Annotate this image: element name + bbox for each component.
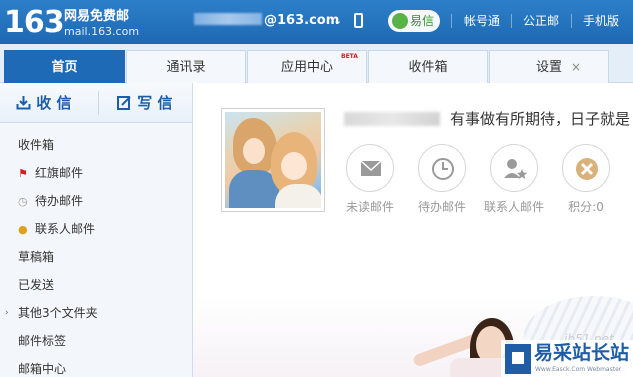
top-header: 163 网易免费邮 mail.163.com @163.com ⌄ 易信 帐号通… — [0, 0, 633, 44]
link-account-pass[interactable]: 帐号通 — [464, 14, 500, 28]
shortcut-label: 积分:0 — [568, 200, 604, 214]
clock-icon: ◷ — [18, 195, 28, 208]
tab-label: 收件箱 — [408, 60, 448, 75]
header-divider — [511, 14, 512, 28]
action-divider — [98, 91, 99, 115]
clock-icon — [418, 144, 466, 192]
receive-mail-label: 收 信 — [36, 94, 72, 112]
tab-label: 设置 — [535, 60, 562, 75]
blurred-username — [194, 13, 262, 25]
avatar-image — [225, 112, 321, 208]
tab-settings[interactable]: 设置 × — [489, 50, 609, 83]
folder-label: 收件箱 — [18, 138, 55, 152]
clock-svg — [432, 158, 454, 180]
yixin-label: 易信 — [410, 14, 435, 28]
folder-sent[interactable]: 已发送 — [18, 278, 54, 292]
user-avatar[interactable] — [221, 108, 325, 212]
watermark-title: 易采站长站 — [534, 342, 630, 364]
folder-other-folders[interactable]: 其他3个文件夹 — [18, 306, 98, 320]
folder-label: 红旗邮件 — [35, 166, 84, 180]
beta-badge: BETA — [341, 53, 358, 60]
avatar-face — [281, 152, 307, 180]
folder-label: 邮箱中心 — [18, 362, 67, 376]
shortcut-label: 联系人邮件 — [483, 200, 544, 214]
account-dropdown-icon[interactable]: ⌄ — [333, 14, 342, 27]
logo-title: 网易免费邮 — [64, 9, 130, 24]
shortcut-unread-mail[interactable]: 未读邮件 — [335, 144, 405, 218]
user-email-suffix: @163.com — [264, 13, 340, 28]
caret-right-icon[interactable]: › — [5, 308, 9, 318]
watermark-logo-icon — [505, 344, 531, 374]
tab-bar: 首页 通讯录 应用中心 BETA 收件箱 设置 × — [0, 44, 633, 83]
close-icon[interactable]: × — [571, 51, 581, 84]
envelope-icon — [346, 144, 394, 192]
shortcut-contact-mail[interactable]: 联系人邮件 — [479, 144, 549, 218]
tab-contacts[interactable]: 通讯录 — [126, 50, 246, 83]
logo-number[interactable]: 163 — [4, 6, 65, 40]
mail-actions: 收 信 写 信 — [0, 83, 192, 123]
folder-label: 待办邮件 — [35, 194, 84, 208]
contact-star-icon — [490, 144, 538, 192]
tab-label: 通讯录 — [166, 60, 206, 75]
watermark-url: Www.Easck.Com Webmaster — [535, 366, 622, 373]
folder-label: 联系人邮件 — [35, 222, 96, 236]
mobile-phone-icon[interactable] — [354, 13, 363, 28]
tab-inbox[interactable]: 收件箱 — [368, 50, 488, 83]
tab-app-center[interactable]: 应用中心 BETA — [247, 50, 367, 83]
folder-mail-tags[interactable]: 邮件标签 — [18, 334, 66, 348]
tab-label: 首页 — [51, 60, 78, 75]
points-icon — [562, 144, 610, 192]
avatar-face — [243, 138, 265, 164]
points-svg — [576, 158, 598, 180]
red-flag-icon: ⚑ — [18, 167, 28, 180]
receive-icon — [16, 96, 31, 110]
shortcut-label: 待办邮件 — [417, 200, 466, 214]
folder-drafts[interactable]: 草稿箱 — [18, 250, 54, 264]
header-divider — [451, 14, 452, 28]
folder-mail-center[interactable]: 邮箱中心 — [18, 362, 66, 376]
folder-contact-mail[interactable]: ● 联系人邮件 — [18, 222, 95, 237]
link-gongzheng-mail[interactable]: 公正邮 — [523, 14, 559, 28]
yixin-icon — [392, 13, 408, 29]
folder-red-flag[interactable]: ⚑ 红旗邮件 — [18, 166, 83, 181]
yixin-button[interactable]: 易信 — [388, 10, 440, 32]
link-mobile-version[interactable]: 手机版 — [583, 14, 619, 28]
sidebar: 收 信 写 信 收件箱 ⚑ 红旗邮件 ◷ 待办邮件 ● 联系人邮件 草稿箱 已发送 ›… — [0, 83, 193, 377]
header-divider — [571, 14, 572, 28]
site-watermark: 易采站长站 Www.Easck.Com Webmaster — [501, 340, 633, 377]
contact-icon: ● — [18, 223, 28, 236]
contact-star-svg — [504, 159, 527, 179]
write-mail-label: 写 信 — [137, 94, 173, 112]
folder-label: 已发送 — [18, 278, 55, 292]
folder-label: 其他3个文件夹 — [18, 306, 98, 320]
receive-mail-button[interactable]: 收 信 — [16, 93, 71, 113]
logo-url: mail.163.com — [64, 25, 140, 38]
tab-home[interactable]: 首页 — [4, 50, 125, 83]
tab-label: 应用中心 — [280, 60, 333, 75]
compose-icon — [117, 96, 131, 110]
user-motto[interactable]: 有事做有所期待，日子就是 — [450, 109, 633, 129]
folder-label: 邮件标签 — [18, 334, 67, 348]
envelope-svg — [360, 160, 382, 176]
folder-inbox[interactable]: 收件箱 — [18, 138, 54, 152]
user-account[interactable]: @163.com — [194, 13, 339, 29]
shortcut-points[interactable]: 积分:0 — [551, 144, 621, 218]
blurred-display-name — [344, 112, 440, 126]
avatar-dress — [275, 184, 321, 208]
folder-todo[interactable]: ◷ 待办邮件 — [18, 194, 83, 209]
shortcut-label: 未读邮件 — [345, 200, 394, 214]
shortcut-todo-mail[interactable]: 待办邮件 — [407, 144, 477, 218]
write-mail-button[interactable]: 写 信 — [117, 93, 172, 113]
folder-label: 草稿箱 — [18, 250, 55, 264]
